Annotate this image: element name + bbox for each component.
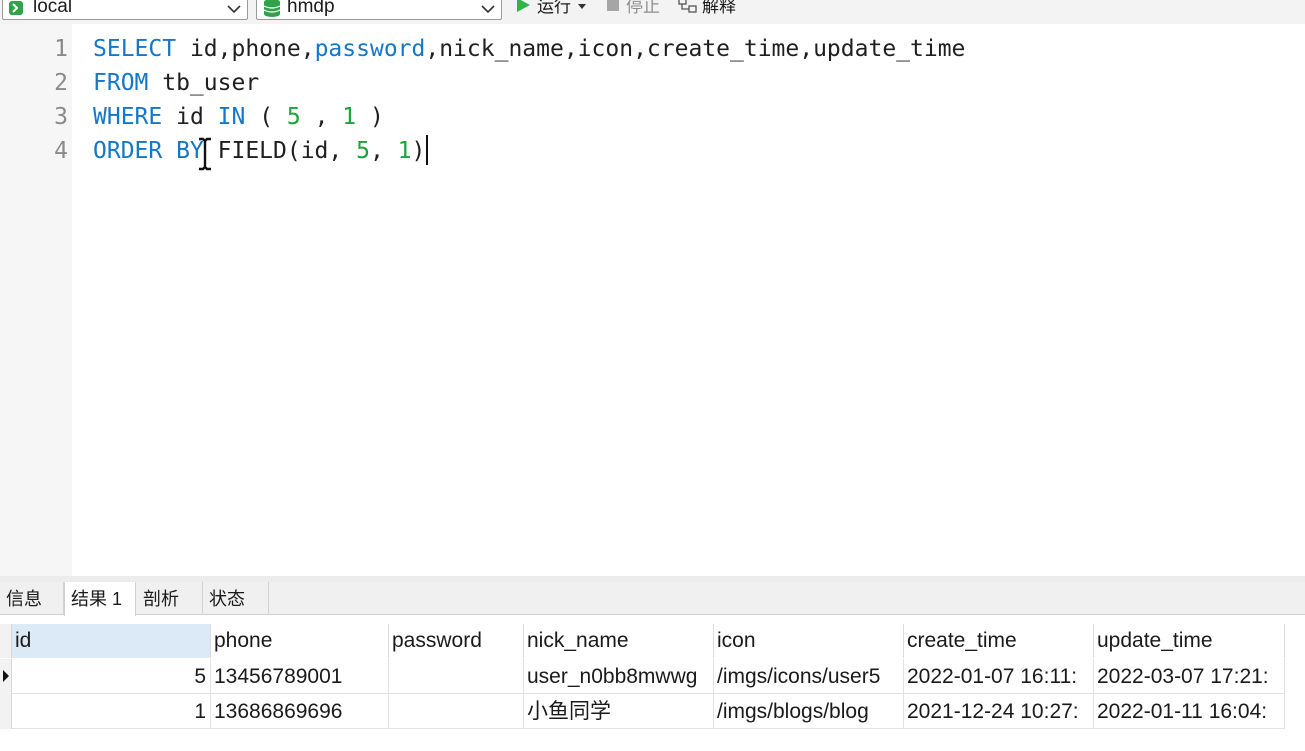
table-cell[interactable]: 2022-01-11 16:04: bbox=[1094, 694, 1285, 729]
sql-text: ,nick_name,icon,create_time,update_time bbox=[425, 36, 966, 62]
sql-number: 5 bbox=[356, 138, 370, 164]
sql-text: ) bbox=[411, 138, 426, 164]
explain-button[interactable]: 解释 bbox=[678, 0, 736, 17]
table-cell[interactable]: 小鱼同学 bbox=[524, 694, 714, 729]
line-number: 3 bbox=[54, 104, 68, 130]
sql-text: id,phone, bbox=[176, 36, 315, 62]
table-cell[interactable]: 5 bbox=[12, 659, 211, 694]
column-header-nick-name[interactable]: nick_name bbox=[524, 624, 714, 658]
stop-button[interactable]: 停止 bbox=[606, 0, 660, 17]
sql-number: 1 bbox=[342, 104, 357, 130]
table-cell[interactable] bbox=[389, 659, 524, 694]
sql-keyword: password bbox=[314, 36, 426, 62]
sql-keyword: ORDER BY bbox=[93, 138, 204, 164]
code-line[interactable]: ORDER BY FIELD(id, 5, 1) bbox=[93, 134, 429, 168]
column-header-icon[interactable]: icon bbox=[714, 624, 904, 658]
sql-keyword: FROM bbox=[93, 70, 149, 96]
code-line[interactable]: FROM tb_user bbox=[93, 66, 259, 100]
play-icon bbox=[515, 0, 531, 18]
chevron-down-icon[interactable] bbox=[227, 1, 241, 19]
column-header-id[interactable]: id bbox=[12, 624, 211, 658]
result-grid: id phone password nick_name icon create_… bbox=[0, 616, 1305, 751]
stop-square-icon bbox=[606, 0, 620, 17]
sql-keyword: WHERE bbox=[93, 104, 163, 130]
tab-status[interactable]: 状态 bbox=[203, 582, 269, 615]
table-cell[interactable]: /imgs/blogs/blog bbox=[714, 694, 904, 729]
line-number-gutter: 1 2 3 4 bbox=[0, 24, 72, 576]
text-cursor-icon bbox=[197, 137, 213, 176]
sql-text: , bbox=[369, 138, 398, 164]
toolbar: local hmdp 运行 停止 解释 bbox=[0, 0, 1305, 24]
run-label: 运行 bbox=[537, 0, 571, 16]
connection-select[interactable]: local bbox=[2, 0, 248, 20]
stop-label: 停止 bbox=[626, 0, 660, 16]
tab-result-1[interactable]: 结果 1 bbox=[64, 582, 136, 616]
table-cell[interactable]: user_n0bb8mwwg bbox=[524, 659, 714, 694]
result-tabs: 信息 结果 1 剖析 状态 bbox=[0, 582, 1305, 616]
explain-icon bbox=[678, 0, 698, 18]
connection-plug-icon bbox=[8, 0, 30, 22]
line-number: 1 bbox=[54, 36, 68, 62]
table-cell[interactable]: 2022-01-07 16:11: bbox=[904, 659, 1094, 694]
database-name: hmdp bbox=[287, 0, 335, 17]
column-header-phone[interactable]: phone bbox=[211, 624, 389, 658]
code-line[interactable]: SELECT id,phone,password,nick_name,icon,… bbox=[93, 32, 965, 66]
sql-number: 1 bbox=[397, 138, 412, 164]
sql-text: tb_user bbox=[148, 70, 260, 96]
table-cell[interactable]: 2022-03-07 17:21: bbox=[1094, 659, 1285, 694]
table-cell[interactable]: 13686869696 bbox=[211, 694, 389, 729]
line-number: 2 bbox=[54, 70, 68, 96]
tab-info[interactable]: 信息 bbox=[0, 582, 64, 615]
sql-keyword: SELECT bbox=[93, 36, 177, 62]
sql-keyword: IN bbox=[217, 104, 246, 130]
row-selector[interactable] bbox=[0, 694, 12, 729]
current-row-pointer-icon bbox=[3, 669, 10, 688]
table-cell[interactable]: 2021-12-24 10:27: bbox=[904, 694, 1094, 729]
sql-text: ( bbox=[245, 104, 287, 130]
row-header-corner bbox=[0, 624, 12, 658]
table-cell[interactable]: /imgs/icons/user5 bbox=[714, 659, 904, 694]
database-select[interactable]: hmdp bbox=[256, 0, 502, 20]
sql-text: id bbox=[162, 104, 218, 130]
sql-editor[interactable]: 1 2 3 4 SELECT id,phone,password,nick_na… bbox=[0, 24, 1305, 576]
table-cell[interactable]: 13456789001 bbox=[211, 659, 389, 694]
column-header-update-time[interactable]: update_time bbox=[1094, 624, 1285, 658]
caret-down-icon[interactable] bbox=[577, 0, 587, 16]
row-selector[interactable] bbox=[0, 659, 12, 694]
column-header-password[interactable]: password bbox=[389, 624, 524, 658]
text-caret bbox=[426, 135, 429, 165]
code-line[interactable]: WHERE id IN ( 5 , 1 ) bbox=[93, 100, 384, 134]
sql-text: FIELD(id, bbox=[203, 138, 357, 164]
sql-text: , bbox=[300, 104, 343, 130]
line-number: 4 bbox=[54, 138, 68, 164]
tab-profile[interactable]: 剖析 bbox=[137, 582, 203, 615]
column-header-create-time[interactable]: create_time bbox=[904, 624, 1094, 658]
explain-label: 解释 bbox=[702, 0, 736, 16]
chevron-down-icon[interactable] bbox=[481, 1, 495, 19]
table-cell[interactable]: 1 bbox=[12, 694, 211, 729]
database-cylinder-icon bbox=[262, 0, 284, 22]
sql-text: ) bbox=[356, 104, 384, 130]
run-button[interactable]: 运行 bbox=[515, 0, 587, 17]
table-cell[interactable] bbox=[389, 694, 524, 729]
sql-number: 5 bbox=[286, 104, 301, 130]
connection-name: local bbox=[33, 0, 73, 17]
